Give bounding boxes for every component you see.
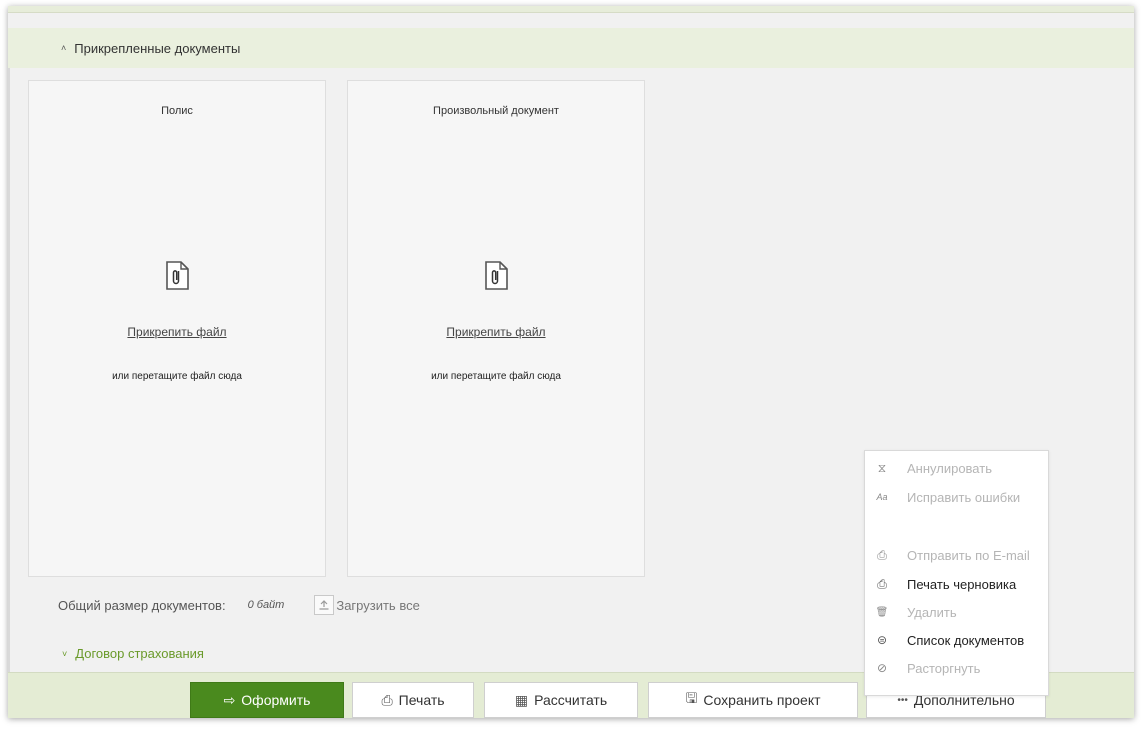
calculate-button-label: Рассчитать xyxy=(534,692,608,708)
printer-icon: ⎙ xyxy=(381,691,393,708)
spellcheck-icon: Aa xyxy=(876,492,888,502)
save-project-button[interactable]: 🖫 Сохранить проект xyxy=(648,682,858,718)
upload-all-button[interactable]: Загрузить все xyxy=(314,595,420,615)
hourglass-icon: ⧖ xyxy=(877,460,887,475)
paperclip-file-icon[interactable] xyxy=(483,261,509,291)
arrow-right-icon: ⇨ xyxy=(223,691,236,708)
menu-item-label: Исправить ошибки xyxy=(907,489,1021,505)
menu-item-send-email[interactable]: ⎙ Отправить по E-mail xyxy=(865,543,1048,567)
card-title: Произвольный документ xyxy=(433,105,559,117)
paperclip-file-icon[interactable] xyxy=(164,261,190,291)
print-button-label: Печать xyxy=(398,692,445,708)
attach-file-link[interactable]: Прикрепить файл xyxy=(29,325,325,339)
issue-button[interactable]: ⇨ Оформить xyxy=(190,682,344,718)
total-size-value: 0 байт xyxy=(247,599,285,611)
section-title: Прикрепленные документы xyxy=(74,40,241,56)
document-panel: ˄ Прикрепленные документы Полис Прикрепи… xyxy=(8,6,1134,718)
documents-summary: Общий размер документов: 0 байт Загрузит… xyxy=(58,595,420,615)
menu-item-delete[interactable]: 🗑 Удалить xyxy=(865,600,1048,624)
print-button[interactable]: ⎙ Печать xyxy=(352,682,474,718)
menu-item-terminate[interactable]: ⊘ Расторгнуть xyxy=(865,656,1048,680)
menu-item-label: Удалить xyxy=(907,604,957,620)
attachment-card-custom-document[interactable]: Произвольный документ Прикрепить файл ил… xyxy=(347,80,645,577)
issue-button-label: Оформить xyxy=(241,692,311,708)
chevron-down-icon: ˅ xyxy=(62,648,68,659)
upload-all-label: Загрузить все xyxy=(336,597,420,613)
menu-item-label: Расторгнуть xyxy=(907,660,981,676)
cancel-contract-icon: ⊘ xyxy=(876,661,888,675)
menu-item-print-draft[interactable]: ⎙ Печать черновика xyxy=(865,572,1048,596)
menu-item-label: Список документов xyxy=(907,632,1025,648)
attach-file-link[interactable]: Прикрепить файл xyxy=(348,325,644,339)
total-size-label: Общий размер документов: xyxy=(58,597,226,613)
printer-icon: ⎙ xyxy=(877,547,887,562)
save-icon: 🖫 xyxy=(685,690,698,706)
more-actions-menu: ⧖ Аннулировать Aa Исправить ошибки ⎙ Отп… xyxy=(864,450,1049,696)
trash-icon: 🗑 xyxy=(875,606,889,618)
drop-hint: или перетащите файл сюда xyxy=(431,371,561,382)
menu-item-fix-errors[interactable]: Aa Исправить ошибки xyxy=(865,485,1048,509)
drop-hint: или перетащите файл сюда xyxy=(112,371,242,382)
menu-item-label: Аннулировать xyxy=(907,460,992,476)
contract-section-title: Договор страхования xyxy=(75,646,204,661)
menu-item-document-list[interactable]: ⊜ Список документов xyxy=(865,628,1048,652)
menu-item-label: Отправить по E-mail xyxy=(907,547,1030,563)
upload-icon xyxy=(314,595,335,615)
document-list-icon: ⊜ xyxy=(876,633,888,647)
save-project-button-label: Сохранить проект xyxy=(703,692,821,708)
menu-item-label: Печать черновика xyxy=(907,576,1017,592)
attached-documents-header[interactable]: ˄ Прикрепленные документы xyxy=(8,28,1134,68)
card-title: Полис xyxy=(161,105,193,117)
top-strip xyxy=(8,6,1134,13)
calculate-button[interactable]: ▦ Рассчитать xyxy=(484,682,638,718)
attachment-card-policy[interactable]: Полис Прикрепить файл или перетащите фай… xyxy=(28,80,326,577)
printer-icon: ⎙ xyxy=(877,576,887,591)
more-dots-icon: ••• xyxy=(897,694,908,706)
contract-section-toggle[interactable]: ˅ Договор страхования xyxy=(62,646,204,661)
calculator-icon: ▦ xyxy=(514,691,529,708)
chevron-up-icon[interactable]: ˄ xyxy=(61,43,66,53)
menu-item-annul[interactable]: ⧖ Аннулировать xyxy=(865,456,1048,480)
